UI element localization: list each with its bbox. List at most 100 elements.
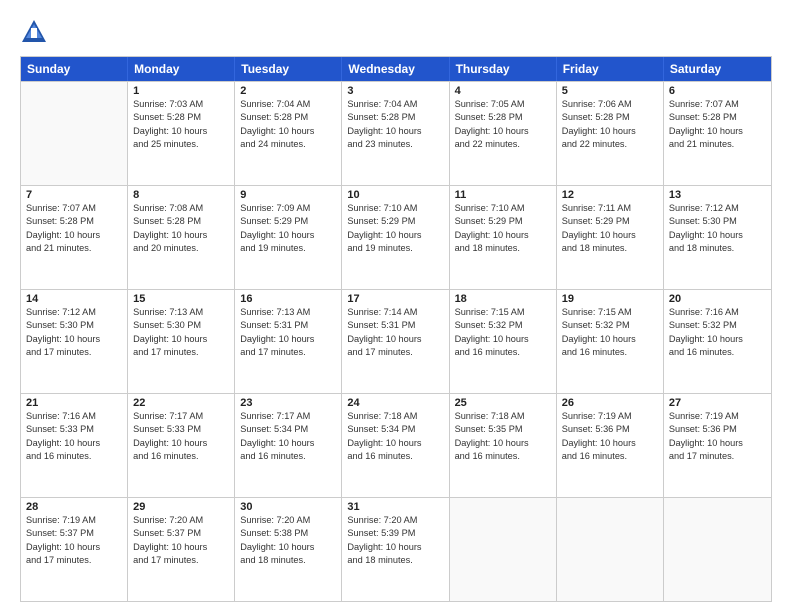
day-cell-2: 2Sunrise: 7:04 AM Sunset: 5:28 PM Daylig… <box>235 82 342 185</box>
day-info: Sunrise: 7:19 AM Sunset: 5:36 PM Dayligh… <box>669 410 766 463</box>
day-number: 14 <box>26 293 122 305</box>
day-cell-empty-0-0 <box>21 82 128 185</box>
day-info: Sunrise: 7:09 AM Sunset: 5:29 PM Dayligh… <box>240 202 336 255</box>
day-cell-31: 31Sunrise: 7:20 AM Sunset: 5:39 PM Dayli… <box>342 498 449 601</box>
day-cell-7: 7Sunrise: 7:07 AM Sunset: 5:28 PM Daylig… <box>21 186 128 289</box>
day-cell-empty-4-6 <box>664 498 771 601</box>
day-number: 17 <box>347 293 443 305</box>
day-info: Sunrise: 7:17 AM Sunset: 5:33 PM Dayligh… <box>133 410 229 463</box>
day-info: Sunrise: 7:19 AM Sunset: 5:36 PM Dayligh… <box>562 410 658 463</box>
week-row-0: 1Sunrise: 7:03 AM Sunset: 5:28 PM Daylig… <box>21 81 771 185</box>
day-info: Sunrise: 7:03 AM Sunset: 5:28 PM Dayligh… <box>133 98 229 151</box>
day-number: 16 <box>240 293 336 305</box>
day-number: 6 <box>669 85 766 97</box>
header-day-wednesday: Wednesday <box>342 57 449 81</box>
day-number: 24 <box>347 397 443 409</box>
day-cell-25: 25Sunrise: 7:18 AM Sunset: 5:35 PM Dayli… <box>450 394 557 497</box>
day-info: Sunrise: 7:16 AM Sunset: 5:33 PM Dayligh… <box>26 410 122 463</box>
day-cell-9: 9Sunrise: 7:09 AM Sunset: 5:29 PM Daylig… <box>235 186 342 289</box>
header-day-tuesday: Tuesday <box>235 57 342 81</box>
day-number: 19 <box>562 293 658 305</box>
day-number: 7 <box>26 189 122 201</box>
day-info: Sunrise: 7:05 AM Sunset: 5:28 PM Dayligh… <box>455 98 551 151</box>
day-cell-empty-4-5 <box>557 498 664 601</box>
day-number: 31 <box>347 501 443 513</box>
day-info: Sunrise: 7:12 AM Sunset: 5:30 PM Dayligh… <box>26 306 122 359</box>
header-day-friday: Friday <box>557 57 664 81</box>
calendar-body: 1Sunrise: 7:03 AM Sunset: 5:28 PM Daylig… <box>21 81 771 601</box>
calendar: SundayMondayTuesdayWednesdayThursdayFrid… <box>20 56 772 602</box>
day-info: Sunrise: 7:12 AM Sunset: 5:30 PM Dayligh… <box>669 202 766 255</box>
day-number: 12 <box>562 189 658 201</box>
day-info: Sunrise: 7:20 AM Sunset: 5:38 PM Dayligh… <box>240 514 336 567</box>
day-cell-8: 8Sunrise: 7:08 AM Sunset: 5:28 PM Daylig… <box>128 186 235 289</box>
day-cell-13: 13Sunrise: 7:12 AM Sunset: 5:30 PM Dayli… <box>664 186 771 289</box>
day-cell-28: 28Sunrise: 7:19 AM Sunset: 5:37 PM Dayli… <box>21 498 128 601</box>
day-info: Sunrise: 7:04 AM Sunset: 5:28 PM Dayligh… <box>347 98 443 151</box>
day-info: Sunrise: 7:07 AM Sunset: 5:28 PM Dayligh… <box>669 98 766 151</box>
logo <box>20 18 52 46</box>
day-cell-23: 23Sunrise: 7:17 AM Sunset: 5:34 PM Dayli… <box>235 394 342 497</box>
day-cell-24: 24Sunrise: 7:18 AM Sunset: 5:34 PM Dayli… <box>342 394 449 497</box>
day-number: 10 <box>347 189 443 201</box>
day-info: Sunrise: 7:04 AM Sunset: 5:28 PM Dayligh… <box>240 98 336 151</box>
week-row-3: 21Sunrise: 7:16 AM Sunset: 5:33 PM Dayli… <box>21 393 771 497</box>
day-info: Sunrise: 7:13 AM Sunset: 5:31 PM Dayligh… <box>240 306 336 359</box>
day-number: 29 <box>133 501 229 513</box>
day-cell-12: 12Sunrise: 7:11 AM Sunset: 5:29 PM Dayli… <box>557 186 664 289</box>
header-day-saturday: Saturday <box>664 57 771 81</box>
day-number: 8 <box>133 189 229 201</box>
day-info: Sunrise: 7:19 AM Sunset: 5:37 PM Dayligh… <box>26 514 122 567</box>
day-cell-6: 6Sunrise: 7:07 AM Sunset: 5:28 PM Daylig… <box>664 82 771 185</box>
day-info: Sunrise: 7:15 AM Sunset: 5:32 PM Dayligh… <box>455 306 551 359</box>
day-number: 23 <box>240 397 336 409</box>
day-number: 21 <box>26 397 122 409</box>
day-cell-15: 15Sunrise: 7:13 AM Sunset: 5:30 PM Dayli… <box>128 290 235 393</box>
day-number: 5 <box>562 85 658 97</box>
day-number: 1 <box>133 85 229 97</box>
logo-icon <box>20 18 48 46</box>
day-cell-4: 4Sunrise: 7:05 AM Sunset: 5:28 PM Daylig… <box>450 82 557 185</box>
day-cell-27: 27Sunrise: 7:19 AM Sunset: 5:36 PM Dayli… <box>664 394 771 497</box>
day-number: 2 <box>240 85 336 97</box>
header-day-sunday: Sunday <box>21 57 128 81</box>
day-cell-26: 26Sunrise: 7:19 AM Sunset: 5:36 PM Dayli… <box>557 394 664 497</box>
day-info: Sunrise: 7:20 AM Sunset: 5:39 PM Dayligh… <box>347 514 443 567</box>
day-cell-11: 11Sunrise: 7:10 AM Sunset: 5:29 PM Dayli… <box>450 186 557 289</box>
day-info: Sunrise: 7:07 AM Sunset: 5:28 PM Dayligh… <box>26 202 122 255</box>
day-info: Sunrise: 7:08 AM Sunset: 5:28 PM Dayligh… <box>133 202 229 255</box>
day-cell-1: 1Sunrise: 7:03 AM Sunset: 5:28 PM Daylig… <box>128 82 235 185</box>
day-info: Sunrise: 7:16 AM Sunset: 5:32 PM Dayligh… <box>669 306 766 359</box>
day-number: 27 <box>669 397 766 409</box>
day-number: 30 <box>240 501 336 513</box>
day-number: 26 <box>562 397 658 409</box>
day-info: Sunrise: 7:10 AM Sunset: 5:29 PM Dayligh… <box>455 202 551 255</box>
header-day-thursday: Thursday <box>450 57 557 81</box>
day-cell-14: 14Sunrise: 7:12 AM Sunset: 5:30 PM Dayli… <box>21 290 128 393</box>
day-info: Sunrise: 7:06 AM Sunset: 5:28 PM Dayligh… <box>562 98 658 151</box>
day-info: Sunrise: 7:17 AM Sunset: 5:34 PM Dayligh… <box>240 410 336 463</box>
day-number: 18 <box>455 293 551 305</box>
day-cell-30: 30Sunrise: 7:20 AM Sunset: 5:38 PM Dayli… <box>235 498 342 601</box>
day-number: 22 <box>133 397 229 409</box>
day-number: 15 <box>133 293 229 305</box>
day-cell-5: 5Sunrise: 7:06 AM Sunset: 5:28 PM Daylig… <box>557 82 664 185</box>
day-info: Sunrise: 7:20 AM Sunset: 5:37 PM Dayligh… <box>133 514 229 567</box>
calendar-header: SundayMondayTuesdayWednesdayThursdayFrid… <box>21 57 771 81</box>
day-number: 4 <box>455 85 551 97</box>
day-number: 3 <box>347 85 443 97</box>
week-row-4: 28Sunrise: 7:19 AM Sunset: 5:37 PM Dayli… <box>21 497 771 601</box>
day-info: Sunrise: 7:10 AM Sunset: 5:29 PM Dayligh… <box>347 202 443 255</box>
day-number: 13 <box>669 189 766 201</box>
day-cell-22: 22Sunrise: 7:17 AM Sunset: 5:33 PM Dayli… <box>128 394 235 497</box>
day-number: 28 <box>26 501 122 513</box>
day-info: Sunrise: 7:14 AM Sunset: 5:31 PM Dayligh… <box>347 306 443 359</box>
day-cell-10: 10Sunrise: 7:10 AM Sunset: 5:29 PM Dayli… <box>342 186 449 289</box>
day-cell-29: 29Sunrise: 7:20 AM Sunset: 5:37 PM Dayli… <box>128 498 235 601</box>
day-cell-16: 16Sunrise: 7:13 AM Sunset: 5:31 PM Dayli… <box>235 290 342 393</box>
day-cell-19: 19Sunrise: 7:15 AM Sunset: 5:32 PM Dayli… <box>557 290 664 393</box>
day-info: Sunrise: 7:11 AM Sunset: 5:29 PM Dayligh… <box>562 202 658 255</box>
day-number: 11 <box>455 189 551 201</box>
day-number: 20 <box>669 293 766 305</box>
header-day-monday: Monday <box>128 57 235 81</box>
